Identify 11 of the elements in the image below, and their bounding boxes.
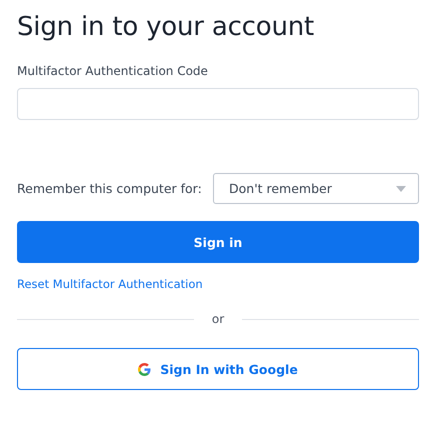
- google-sign-in-button[interactable]: Sign In with Google: [17, 348, 419, 390]
- page-title: Sign in to your account: [17, 11, 316, 44]
- field-label: Multifactor Authentication Code: [17, 64, 209, 78]
- google-g-icon: [138, 362, 152, 376]
- remember-dropdown[interactable]: Don't remember: [213, 173, 419, 204]
- sign-in-button[interactable]: Sign in: [17, 221, 419, 263]
- divider-text: or: [212, 312, 224, 326]
- code-input-field[interactable]: [17, 88, 419, 120]
- reset-link[interactable]: Reset Multifactor Authentication: [17, 277, 203, 291]
- caret-icon: [396, 186, 406, 192]
- remember-label: Remember this computer for:: [17, 181, 202, 196]
